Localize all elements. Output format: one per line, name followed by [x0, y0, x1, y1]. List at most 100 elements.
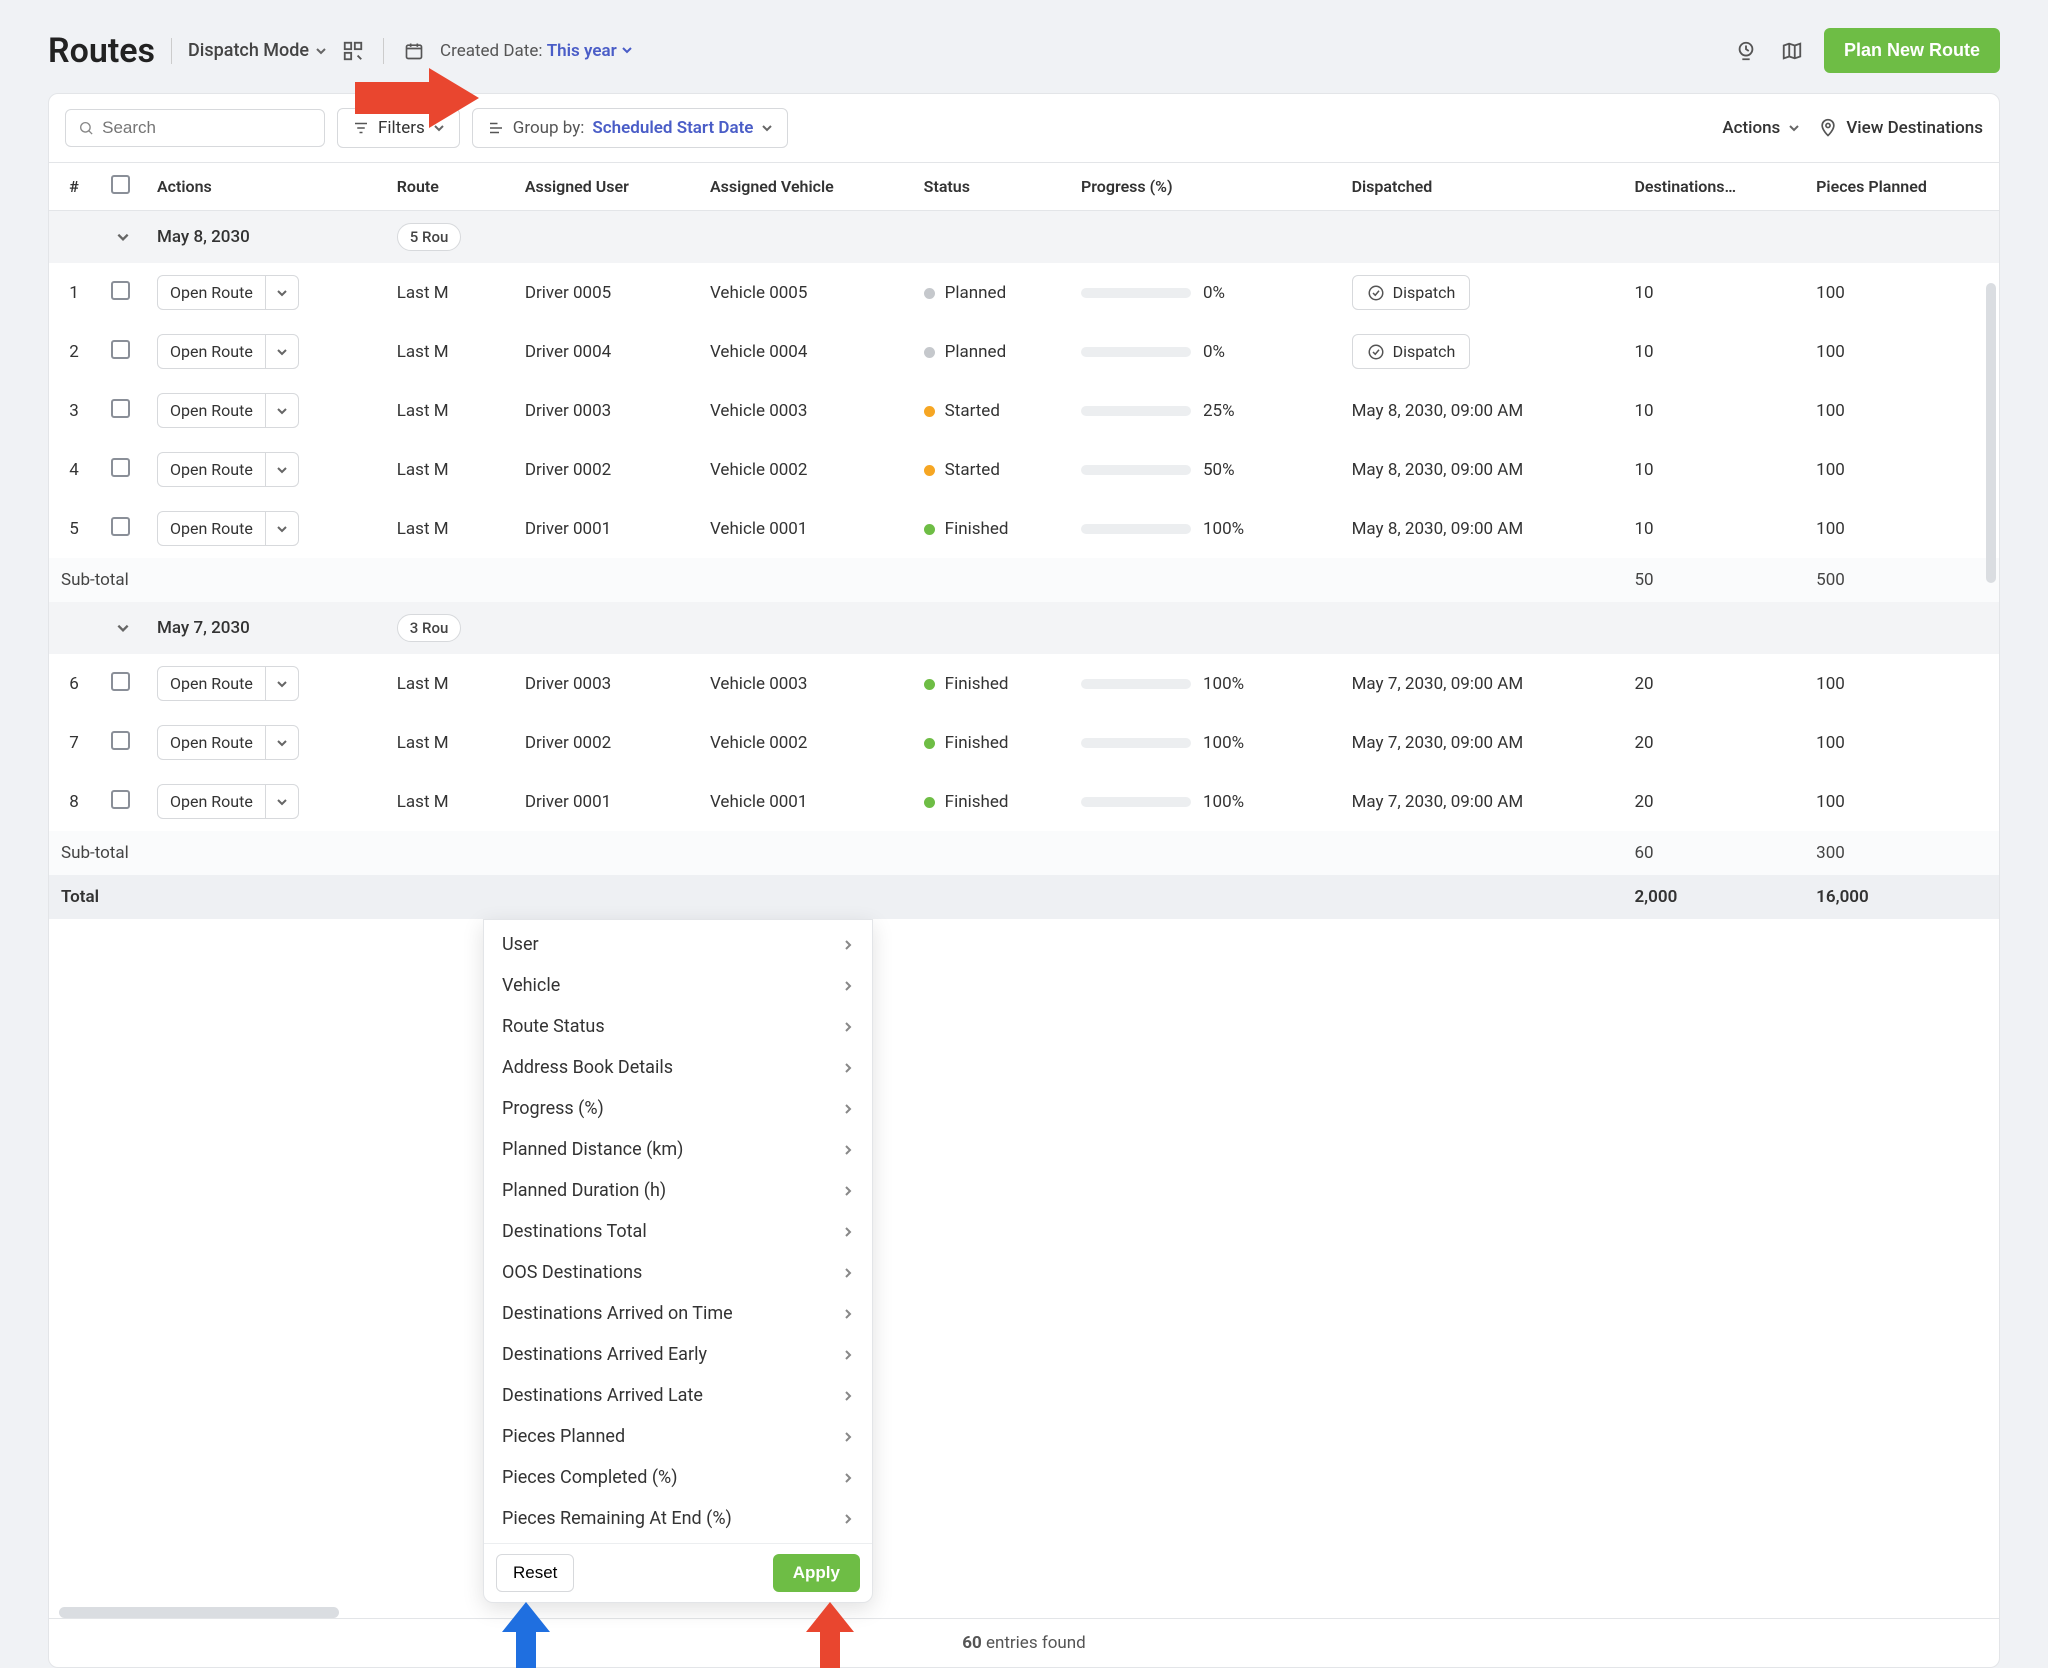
col-actions[interactable]: Actions [145, 163, 385, 211]
row-checkbox[interactable] [111, 517, 130, 536]
open-route-dropdown[interactable] [265, 667, 298, 700]
filter-item[interactable]: User [484, 924, 872, 965]
status-dot-icon [924, 347, 935, 358]
table-row: 6 Open Route Last MDriver 0003Vehicle 00… [49, 654, 1999, 713]
chevron-right-icon [842, 1472, 854, 1484]
open-route-label: Open Route [158, 335, 265, 368]
col-progress[interactable]: Progress (%) [1069, 163, 1340, 211]
search-input-wrap[interactable] [65, 109, 325, 147]
assigned-user: Driver 0005 [525, 283, 611, 303]
filter-item[interactable]: Pieces Remaining At End (%) [484, 1498, 872, 1539]
dispatch-mode-label: Dispatch Mode [188, 40, 309, 61]
filter-item[interactable]: Planned Duration (h) [484, 1170, 872, 1211]
dispatch-button[interactable]: Dispatch [1352, 334, 1471, 369]
filter-item[interactable]: Destinations Total [484, 1211, 872, 1252]
chevron-down-icon[interactable] [116, 621, 128, 633]
open-route-dropdown[interactable] [265, 785, 298, 818]
open-route-button[interactable]: Open Route [157, 666, 299, 701]
horizontal-scrollbar[interactable] [59, 1607, 1989, 1618]
group-date: May 7, 2030 [157, 618, 250, 638]
filter-item[interactable]: Address Book Details [484, 1047, 872, 1088]
filter-apply-button[interactable]: Apply [773, 1554, 860, 1592]
row-checkbox[interactable] [111, 281, 130, 300]
assigned-vehicle: Vehicle 0003 [710, 401, 807, 421]
filter-item[interactable]: Pieces Planned [484, 1416, 872, 1457]
row-number: 2 [69, 342, 79, 362]
chevron-down-icon[interactable] [116, 230, 128, 242]
open-route-dropdown[interactable] [265, 394, 298, 427]
col-assigned-vehicle[interactable]: Assigned Vehicle [698, 163, 912, 211]
filter-item[interactable]: Destinations Arrived on Time [484, 1293, 872, 1334]
dispatch-button[interactable]: Dispatch [1352, 275, 1471, 310]
view-destinations-label: View Destinations [1846, 118, 1983, 138]
row-checkbox[interactable] [111, 340, 130, 359]
chevron-down-icon [621, 44, 633, 56]
created-date-filter[interactable]: Created Date: This year [440, 41, 633, 61]
dispatch-mode-dropdown[interactable]: Dispatch Mode [188, 40, 327, 61]
row-checkbox[interactable] [111, 458, 130, 477]
group-row[interactable]: May 7, 2030 3 Rou [49, 602, 1999, 654]
row-checkbox[interactable] [111, 790, 130, 809]
open-route-button[interactable]: Open Route [157, 725, 299, 760]
col-route[interactable]: Route [385, 163, 513, 211]
open-route-button[interactable]: Open Route [157, 393, 299, 428]
filter-item[interactable]: Pieces Completed (%) [484, 1457, 872, 1498]
filter-item[interactable]: OOS Destinations [484, 1252, 872, 1293]
row-checkbox[interactable] [111, 731, 130, 750]
pieces-planned: 100 [1816, 733, 1845, 753]
col-assigned-user[interactable]: Assigned User [513, 163, 698, 211]
view-destinations-button[interactable]: View Destinations [1818, 118, 1983, 138]
checkbox[interactable] [111, 175, 130, 194]
map-icon[interactable] [1778, 37, 1806, 65]
destinations-count: 10 [1634, 401, 1653, 421]
filter-item[interactable]: Progress (%) [484, 1088, 872, 1129]
dispatched-time: May 8, 2030, 09:00 AM [1352, 401, 1524, 421]
progress-value: 100% [1203, 519, 1244, 539]
horizontal-scrollbar-thumb[interactable] [59, 1607, 339, 1618]
filter-reset-button[interactable]: Reset [496, 1554, 574, 1592]
chevron-right-icon [842, 980, 854, 992]
groupby-button[interactable]: Group by: Scheduled Start Date [472, 108, 789, 148]
open-route-button[interactable]: Open Route [157, 334, 299, 369]
timeline-icon[interactable] [1732, 37, 1760, 65]
filter-item[interactable]: Destinations Arrived Late [484, 1375, 872, 1416]
filter-item[interactable]: Route Status [484, 1006, 872, 1047]
filter-item[interactable]: Planned Distance (km) [484, 1129, 872, 1170]
row-checkbox[interactable] [111, 399, 130, 418]
vertical-scrollbar-thumb[interactable] [1986, 283, 1996, 583]
filter-list[interactable]: User Vehicle Route Status Address Book D… [484, 920, 872, 1543]
open-route-button[interactable]: Open Route [157, 452, 299, 487]
dashboard-icon[interactable] [339, 37, 367, 65]
group-count-pill: 3 Rou [397, 614, 462, 642]
filter-item-label: Destinations Arrived on Time [502, 1303, 733, 1324]
open-route-dropdown[interactable] [265, 276, 298, 309]
filter-item[interactable]: Vehicle [484, 965, 872, 1006]
col-status[interactable]: Status [912, 163, 1069, 211]
col-destinations[interactable]: Destinations… [1622, 163, 1804, 211]
actions-dropdown[interactable]: Actions [1722, 118, 1800, 138]
col-pieces-planned[interactable]: Pieces Planned [1804, 163, 1999, 211]
open-route-dropdown[interactable] [265, 335, 298, 368]
col-dispatched[interactable]: Dispatched [1340, 163, 1623, 211]
open-route-dropdown[interactable] [265, 726, 298, 759]
col-select-all[interactable] [99, 163, 145, 211]
chevron-right-icon [842, 1308, 854, 1320]
group-row[interactable]: May 8, 20305 Rou [49, 211, 1999, 264]
progress-bar [1081, 288, 1191, 298]
search-input[interactable] [102, 118, 312, 138]
route-name: Last M [397, 792, 449, 812]
col-num[interactable]: # [49, 163, 99, 211]
plan-new-route-button[interactable]: Plan New Route [1824, 28, 2000, 73]
open-route-button[interactable]: Open Route [157, 784, 299, 819]
status-dot-icon [924, 679, 935, 690]
progress-value: 0% [1203, 283, 1225, 303]
row-checkbox[interactable] [111, 672, 130, 691]
open-route-button[interactable]: Open Route [157, 275, 299, 310]
group-date: May 8, 2030 [157, 227, 250, 247]
open-route-dropdown[interactable] [265, 453, 298, 486]
created-date-value: This year [547, 41, 617, 61]
filter-item[interactable]: Destinations Arrived Early [484, 1334, 872, 1375]
open-route-dropdown[interactable] [265, 512, 298, 545]
dispatch-icon [1367, 343, 1385, 361]
open-route-button[interactable]: Open Route [157, 511, 299, 546]
